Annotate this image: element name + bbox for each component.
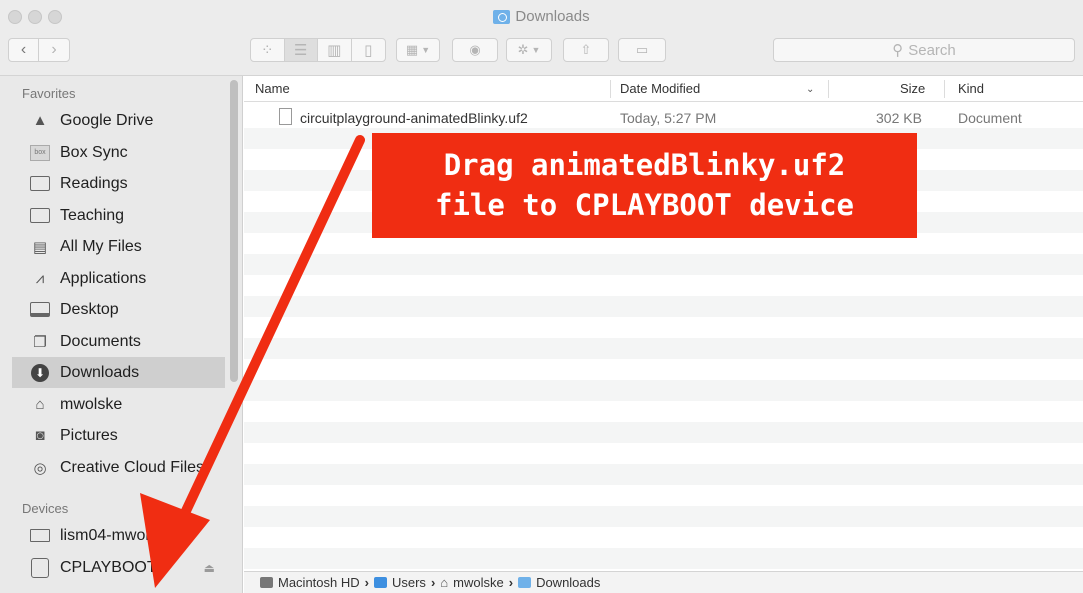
callout-line-1: Drag animatedBlinky.uf2 bbox=[443, 148, 846, 182]
laptop-icon bbox=[30, 526, 50, 546]
applications-icon: ⩘ bbox=[35, 270, 45, 287]
share-icon: ⇧ bbox=[580, 42, 592, 57]
path-separator: › bbox=[364, 575, 369, 590]
empty-row bbox=[244, 338, 1083, 359]
gallery-view-button[interactable]: ▯ bbox=[352, 39, 385, 61]
path-segment-macintosh-hd[interactable]: Macintosh HD bbox=[278, 575, 360, 590]
sidebar-item-creative-cloud-files[interactable]: ◎ Creative Cloud Files bbox=[12, 452, 225, 483]
title-bar: Downloads bbox=[0, 0, 1083, 28]
sidebar-item-all-my-files[interactable]: ▤ All My Files bbox=[12, 231, 225, 262]
file-kind: Document bbox=[958, 110, 1022, 126]
google-drive-icon: ▲ bbox=[32, 112, 48, 129]
sidebar-item-box-sync[interactable]: box Box Sync bbox=[12, 137, 225, 168]
home-icon: ⌂ bbox=[440, 575, 449, 590]
sidebar-item-google-drive[interactable]: ▲ Google Drive bbox=[12, 105, 225, 136]
hard-drive-icon bbox=[260, 577, 273, 588]
path-segment-users[interactable]: Users bbox=[392, 575, 426, 590]
quick-look-button[interactable]: ◉ bbox=[452, 38, 498, 62]
sidebar-item-mwolske[interactable]: ⌂ mwolske bbox=[12, 389, 225, 420]
drive-icon bbox=[30, 557, 50, 578]
grid-icon: ▦ bbox=[405, 42, 419, 57]
box-icon: box bbox=[30, 143, 50, 163]
search-field[interactable]: ⚲ Search bbox=[773, 38, 1075, 62]
icon-view-button[interactable]: ⁘ bbox=[251, 39, 285, 61]
instruction-callout: Drag animatedBlinky.uf2 file to CPLAYBOO… bbox=[372, 133, 917, 238]
path-segment-mwolske[interactable]: mwolske bbox=[453, 575, 504, 590]
tags-button[interactable]: ▭ bbox=[618, 38, 666, 62]
tag-icon: ▭ bbox=[635, 42, 649, 57]
search-icon: ⚲ bbox=[892, 42, 904, 59]
chevron-left-icon[interactable]: ‹ bbox=[9, 39, 39, 61]
path-separator: › bbox=[508, 575, 514, 590]
nav-buttons: ‹ › bbox=[8, 38, 70, 62]
folder-icon bbox=[30, 206, 50, 226]
empty-row bbox=[244, 506, 1083, 527]
downloads-folder-icon bbox=[518, 577, 532, 588]
sidebar-scrollbar[interactable] bbox=[230, 80, 238, 382]
sidebar-item-cplayboot[interactable]: CPLAYBOOT ⏏ bbox=[12, 552, 225, 583]
gear-icon: ✲ bbox=[517, 42, 529, 57]
sidebar-item-downloads[interactable]: ⬇ Downloads bbox=[12, 357, 225, 388]
devices-heading: Devices bbox=[22, 501, 69, 516]
empty-row bbox=[244, 380, 1083, 401]
all-files-icon: ▤ bbox=[32, 238, 48, 256]
empty-row bbox=[244, 296, 1083, 317]
chevron-down-icon: ▼ bbox=[421, 45, 431, 55]
column-size[interactable]: Size bbox=[900, 81, 925, 96]
sidebar-item-desktop[interactable]: Desktop bbox=[12, 294, 225, 325]
share-button[interactable]: ⇧ bbox=[563, 38, 609, 62]
eject-icon[interactable]: ⏏ bbox=[204, 561, 215, 575]
empty-row bbox=[244, 548, 1083, 569]
favorites-heading: Favorites bbox=[22, 86, 76, 101]
empty-row bbox=[244, 254, 1083, 275]
sidebar-item-documents[interactable]: ❐ Documents bbox=[12, 326, 225, 357]
eye-icon: ◉ bbox=[469, 42, 481, 57]
sidebar-item-lism04-mwolske[interactable]: lism04-mwolske bbox=[12, 520, 225, 551]
column-view-button[interactable]: ▥ bbox=[318, 39, 352, 61]
document-icon bbox=[279, 108, 292, 128]
home-icon: ⌂ bbox=[35, 396, 45, 413]
sidebar-item-readings[interactable]: Readings bbox=[12, 168, 225, 199]
action-button[interactable]: ✲ ▼ bbox=[506, 38, 552, 62]
view-mode-switcher: ⁘ ☰ ▥ ▯ bbox=[250, 38, 386, 62]
downloads-icon: ⬇ bbox=[30, 363, 50, 383]
users-folder-icon bbox=[373, 577, 387, 588]
table-row[interactable]: circuitplayground-animatedBlinky.uf2 Tod… bbox=[244, 107, 1083, 128]
empty-row bbox=[244, 464, 1083, 485]
sidebar: Favorites ▲ Google Drive box Box Sync Re… bbox=[0, 76, 243, 593]
column-date-modified[interactable]: Date Modified bbox=[620, 81, 700, 96]
documents-icon: ❐ bbox=[33, 333, 47, 351]
empty-row bbox=[244, 422, 1083, 443]
file-name: circuitplayground-animatedBlinky.uf2 bbox=[300, 110, 528, 126]
camera-icon: ◙ bbox=[35, 427, 45, 444]
folder-icon bbox=[30, 174, 50, 194]
downloads-folder-icon bbox=[493, 9, 511, 24]
column-name[interactable]: Name bbox=[255, 81, 290, 96]
window-title: Downloads bbox=[0, 8, 1083, 25]
path-bar: Macintosh HD › Users › ⌂ mwolske › Downl… bbox=[244, 571, 1083, 593]
sort-chevron-down-icon[interactable]: ⌄ bbox=[806, 84, 814, 95]
sidebar-item-pictures[interactable]: ◙ Pictures bbox=[12, 420, 225, 451]
creative-cloud-icon: ◎ bbox=[33, 459, 47, 477]
path-separator: › bbox=[430, 575, 436, 590]
callout-line-2: file to CPLAYBOOT device bbox=[434, 188, 855, 222]
toolbar: ‹ › ⁘ ☰ ▥ ▯ ▦ ▼ ◉ ✲ ▼ ⇧ ▭ ⚲ Search bbox=[0, 28, 1083, 76]
desktop-icon bbox=[30, 300, 50, 320]
chevron-right-icon[interactable]: › bbox=[39, 39, 69, 61]
file-size: 302 KB bbox=[876, 110, 922, 126]
list-view-button[interactable]: ☰ bbox=[284, 39, 318, 61]
chevron-down-icon: ▼ bbox=[531, 45, 541, 55]
column-kind[interactable]: Kind bbox=[958, 81, 984, 96]
path-segment-downloads[interactable]: Downloads bbox=[536, 575, 600, 590]
sidebar-item-applications[interactable]: ⩘ Applications bbox=[12, 263, 225, 294]
arrange-button[interactable]: ▦ ▼ bbox=[396, 38, 440, 62]
file-date: Today, 5:27 PM bbox=[620, 110, 717, 126]
sidebar-item-teaching[interactable]: Teaching bbox=[12, 200, 225, 231]
column-header: Name Date Modified ⌄ Size Kind bbox=[244, 76, 1083, 102]
